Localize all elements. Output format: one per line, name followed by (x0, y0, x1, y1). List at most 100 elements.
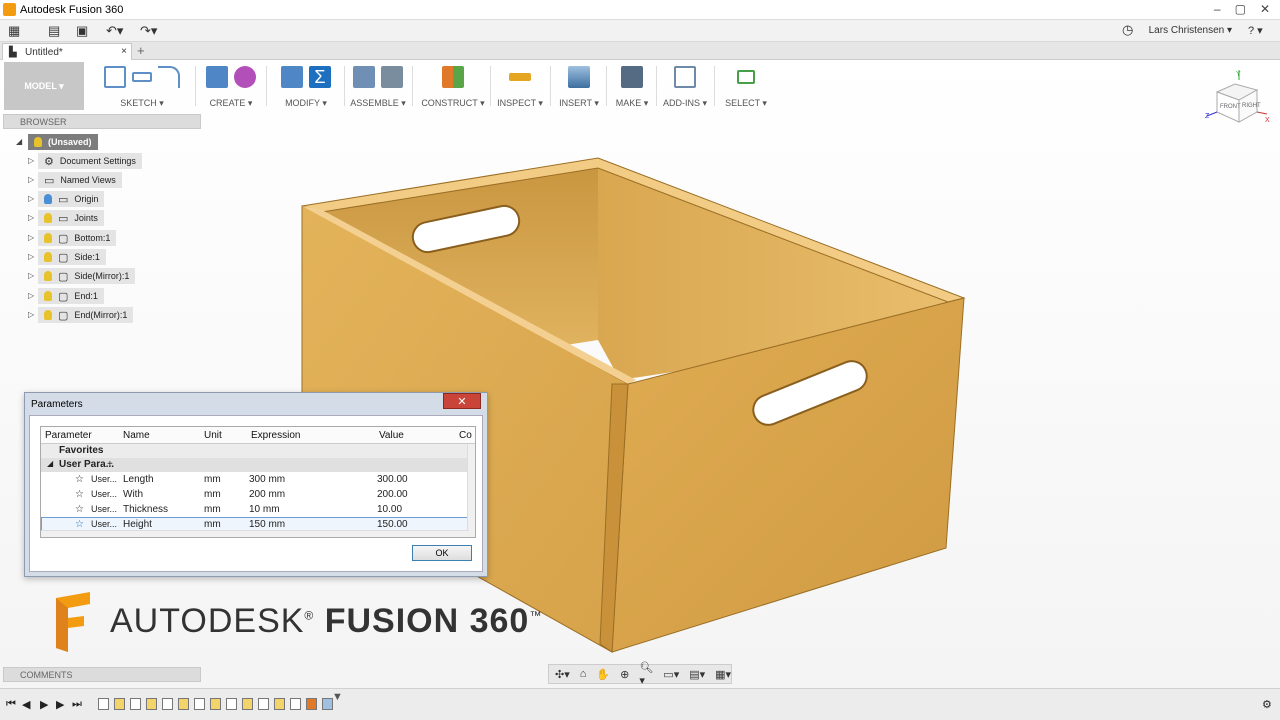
timeline-feature-extrude[interactable] (274, 698, 285, 710)
create-sketch-icon[interactable] (104, 66, 126, 88)
extrude-icon[interactable] (206, 66, 228, 88)
redo-icon[interactable]: ↷▾ (140, 23, 157, 39)
cell-expression[interactable]: 150 mm (249, 519, 285, 530)
sketch-group[interactable]: SKETCH ▾ (92, 62, 192, 112)
visibility-bulb-icon[interactable] (44, 271, 52, 281)
minimize-button[interactable]: – (1214, 2, 1221, 16)
workspace-switcher[interactable]: MODEL ▾ (4, 62, 84, 110)
play-icon[interactable]: ▶ (40, 698, 48, 711)
vertical-scrollbar[interactable] (467, 444, 475, 537)
timeline-feature-sketch[interactable] (194, 698, 205, 710)
column-header-comment[interactable]: Co (459, 430, 472, 441)
visibility-bulb-icon[interactable] (44, 194, 52, 204)
viewports-icon[interactable]: ▦▾ (715, 668, 731, 681)
new-component-icon[interactable] (353, 66, 375, 88)
select-group[interactable]: SELECT ▾ (722, 62, 770, 112)
table-row[interactable]: ☆ User... Thickness mm 10 mm 10.00 (41, 503, 469, 517)
scripts-icon[interactable] (674, 66, 696, 88)
table-row[interactable]: ☆ User... With mm 200 mm 200.00 (41, 488, 469, 502)
expand-icon[interactable]: ▷ (28, 175, 34, 184)
favorite-star-icon[interactable]: ☆ (75, 504, 84, 515)
timeline-feature-sketch[interactable] (226, 698, 237, 710)
orbit-icon[interactable]: ✣▾ (555, 668, 570, 681)
timeline-feature-sketch[interactable] (258, 698, 269, 710)
cell-expression[interactable]: 10 mm (249, 504, 280, 515)
timeline-feature-extrude[interactable] (114, 698, 125, 710)
expand-icon[interactable]: ▷ (28, 213, 34, 222)
view-cube[interactable]: FRONT RIGHT Y Z X (1205, 70, 1273, 130)
favorite-star-icon[interactable]: ☆ (75, 489, 84, 500)
timeline-feature-sketch[interactable] (290, 698, 301, 710)
grid-settings-icon[interactable]: ▤▾ (689, 668, 705, 681)
timeline-feature-sketch[interactable] (162, 698, 173, 710)
joint-icon[interactable] (381, 66, 403, 88)
rectangle-icon[interactable] (132, 72, 152, 82)
column-header-unit[interactable]: Unit (204, 430, 222, 441)
cell-expression[interactable]: 300 mm (249, 474, 285, 485)
table-row[interactable]: ☆ User... Length mm 300 mm 300.00 (41, 473, 469, 487)
timeline-feature-mirror[interactable] (306, 698, 317, 710)
timeline-marker-icon[interactable]: ▼ (332, 691, 343, 703)
user-account-menu[interactable]: Lars Christensen ▾ (1149, 25, 1232, 36)
favorite-star-icon[interactable]: ☆ (75, 474, 84, 485)
visibility-bulb-icon[interactable] (34, 137, 42, 147)
job-status-clock-icon[interactable]: ◷ (1122, 22, 1133, 38)
browser-panel-header[interactable]: BROWSER (3, 114, 201, 129)
line-icon[interactable] (158, 66, 180, 88)
timeline-feature-extrude[interactable] (210, 698, 221, 710)
expand-icon[interactable]: ▷ (28, 271, 34, 280)
expand-icon[interactable]: ▷ (28, 310, 34, 319)
file-menu-icon[interactable]: ▤ (48, 23, 60, 39)
expand-icon[interactable]: ▷ (28, 156, 34, 165)
fit-zoom-icon[interactable]: 🔍︎▾ (639, 661, 653, 687)
visibility-bulb-icon[interactable] (44, 233, 52, 243)
close-button[interactable]: ✕ (1260, 2, 1270, 16)
visibility-bulb-icon[interactable] (44, 291, 52, 301)
collapse-icon[interactable]: ◢ (16, 137, 22, 146)
step-forward-icon[interactable]: ▶ (56, 698, 64, 711)
column-header-name[interactable]: Name (123, 430, 150, 441)
favorite-star-icon[interactable]: ☆ (75, 519, 84, 530)
expand-icon[interactable]: ▷ (28, 194, 34, 203)
select-icon[interactable] (737, 70, 755, 84)
offset-plane-icon[interactable] (442, 66, 464, 88)
visibility-bulb-icon[interactable] (44, 213, 52, 223)
expand-icon[interactable]: ▷ (28, 291, 34, 300)
go-to-start-icon[interactable]: ⏮ (6, 698, 16, 711)
make-group[interactable]: MAKE ▾ (612, 62, 652, 112)
expand-icon[interactable]: ▷ (28, 233, 34, 242)
add-parameter-plus-icon[interactable]: + (107, 459, 113, 470)
expand-icon[interactable]: ▷ (28, 252, 34, 261)
measure-icon[interactable] (509, 73, 531, 81)
add-ins-group[interactable]: ADD-INS ▾ (662, 62, 708, 112)
insert-group[interactable]: INSERT ▾ (556, 62, 602, 112)
column-header-expression[interactable]: Expression (251, 430, 300, 441)
visibility-bulb-icon[interactable] (44, 252, 52, 262)
construct-group[interactable]: CONSTRUCT ▾ (420, 62, 486, 112)
comments-panel-header[interactable]: COMMENTS (3, 667, 201, 682)
horizontal-scrollbar[interactable] (41, 530, 469, 537)
maximize-button[interactable]: ▢ (1235, 2, 1246, 16)
document-tab[interactable]: ▙ Untitled* × (2, 43, 132, 60)
insert-image-icon[interactable] (568, 66, 590, 88)
save-icon[interactable]: ▣ (76, 23, 88, 39)
go-to-end-icon[interactable]: ⏭ (72, 698, 82, 711)
ok-button[interactable]: OK (412, 545, 472, 561)
table-row-selected[interactable]: ☆ User... Height mm 150 mm 150.00 (41, 517, 469, 531)
help-menu[interactable]: ? ▾ (1248, 24, 1263, 37)
inspect-group[interactable]: INSPECT ▾ (494, 62, 546, 112)
parameters-table[interactable]: Parameter Name Unit Expression Value Co … (40, 426, 476, 538)
viewcube-right-label[interactable]: RIGHT (1242, 103, 1261, 109)
timeline-feature-extrude[interactable] (146, 698, 157, 710)
column-header-parameter[interactable]: Parameter (45, 430, 92, 441)
assemble-group[interactable]: ASSEMBLE ▾ (346, 62, 410, 112)
visibility-bulb-icon[interactable] (44, 310, 52, 320)
data-panel-grid-icon[interactable]: ▦ (8, 23, 20, 39)
timeline-feature-extrude[interactable] (178, 698, 189, 710)
column-header-value[interactable]: Value (379, 430, 404, 441)
dialog-close-button[interactable]: ✕ (443, 393, 481, 409)
press-pull-icon[interactable] (281, 66, 303, 88)
cell-expression[interactable]: 200 mm (249, 489, 285, 500)
timeline-settings-gear-icon[interactable]: ⚙ (1262, 698, 1272, 711)
viewcube-front-label[interactable]: FRONT (1220, 104, 1241, 110)
